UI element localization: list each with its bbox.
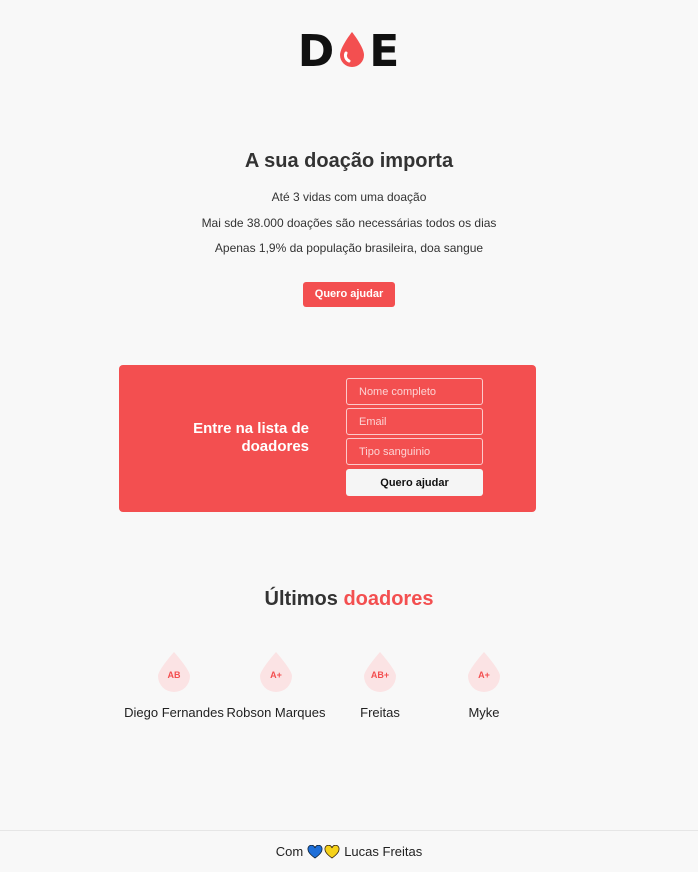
logo-letter-e: E bbox=[369, 26, 401, 77]
footer-hearts bbox=[307, 844, 340, 859]
signup-title: Entre na lista de doadores bbox=[193, 420, 309, 456]
hero-title: A sua doação importa bbox=[244, 150, 454, 172]
donor-name: Diego Fernandes bbox=[124, 705, 224, 720]
donor-name: Freitas bbox=[360, 705, 400, 720]
footer-author: Lucas Freitas bbox=[344, 844, 423, 859]
footer-prefix: Com bbox=[275, 844, 304, 859]
hero-section: A sua doação importa Até 3 vidas com uma… bbox=[0, 148, 698, 307]
hero-facts: Até 3 vidas com uma doação Mai sde 38.00… bbox=[0, 185, 698, 262]
blood-drop-icon: A+ bbox=[466, 648, 502, 692]
signup-title-line: Entre na lista de bbox=[193, 420, 309, 437]
blood-type-input[interactable] bbox=[346, 438, 483, 465]
donor-card: AB+ Freitas bbox=[325, 648, 435, 720]
yellow-heart-icon bbox=[324, 844, 340, 858]
donor-card: AB Diego Fernandes bbox=[119, 648, 229, 720]
donors-title-accent: doadores bbox=[343, 588, 434, 610]
donor-card: A+ Robson Marques bbox=[221, 648, 331, 720]
donors-title-plain: Últimos bbox=[264, 588, 338, 610]
blood-type-badge: A+ bbox=[478, 670, 490, 680]
logo-letter-d: D bbox=[297, 26, 336, 77]
donor-signup-form: Entre na lista de doadores Quero ajudar bbox=[119, 365, 536, 512]
blood-type-badge: A+ bbox=[270, 670, 282, 680]
hero-fact: Até 3 vidas com uma doação bbox=[271, 190, 427, 204]
donors-section-title: Últimos doadores bbox=[0, 587, 698, 611]
help-button[interactable]: Quero ajudar bbox=[302, 281, 396, 307]
full-name-input[interactable] bbox=[346, 378, 483, 405]
donor-card: A+ Myke bbox=[429, 648, 539, 720]
blood-drop-icon bbox=[337, 30, 367, 74]
blood-type-badge: AB bbox=[167, 670, 181, 680]
donor-name: Robson Marques bbox=[226, 705, 326, 720]
donor-name: Myke bbox=[468, 705, 500, 720]
blood-type-badge: AB+ bbox=[370, 670, 390, 680]
logo: D E bbox=[0, 30, 698, 74]
email-input[interactable] bbox=[346, 408, 483, 435]
signup-title-line: doadores bbox=[241, 438, 309, 455]
signup-submit-button[interactable]: Quero ajudar bbox=[346, 469, 483, 496]
donor-list: AB Diego Fernandes A+ Robson Marques AB+… bbox=[119, 648, 539, 728]
hero-fact: Apenas 1,9% da população brasileira, doa… bbox=[214, 241, 484, 255]
blood-drop-icon: AB+ bbox=[362, 648, 398, 692]
footer: Com Lucas Freitas bbox=[0, 830, 698, 872]
hero-fact: Mai sde 38.000 doações são necessárias t… bbox=[201, 215, 497, 230]
blood-drop-icon: A+ bbox=[258, 648, 294, 692]
blue-heart-icon bbox=[307, 844, 323, 858]
blood-drop-icon: AB bbox=[156, 648, 192, 692]
